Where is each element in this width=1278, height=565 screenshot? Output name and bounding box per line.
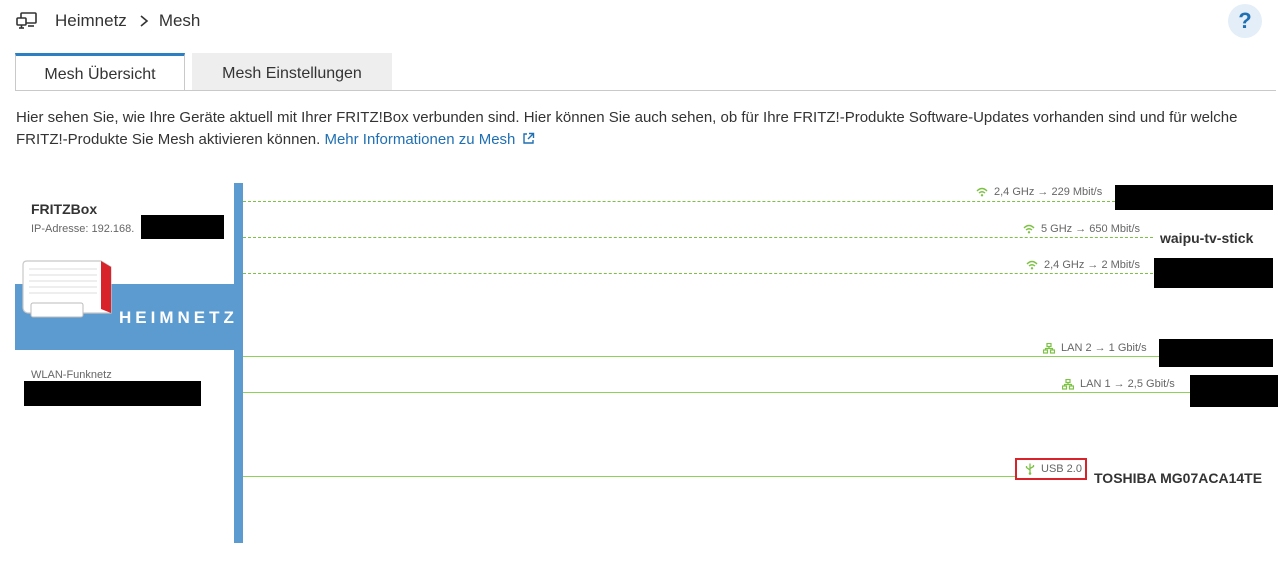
connection-label[interactable]: 5 GHz → 650 Mbit/s: [1023, 223, 1140, 235]
breadcrumb-heimnetz[interactable]: Heimnetz: [55, 11, 127, 31]
chevron-right-icon: [140, 15, 149, 27]
connection-speed: LAN 2 → 1 Gbit/s: [1061, 342, 1147, 354]
page-description: Hier sehen Sie, wie Ihre Geräte aktuell …: [16, 107, 1276, 151]
connection-speed: 2,4 GHz → 2 Mbit/s: [1044, 259, 1140, 271]
connection-speed: LAN 1 → 2,5 Gbit/s: [1080, 378, 1175, 390]
description-text: Hier sehen Sie, wie Ihre Geräte aktuell …: [16, 109, 1238, 148]
device-name-redacted: [1159, 339, 1273, 367]
device-name-redacted: [1190, 375, 1278, 407]
connection-label[interactable]: LAN 1 → 2,5 Gbit/s: [1062, 378, 1175, 390]
external-link-icon: [522, 132, 534, 144]
connection-line-lan: [243, 392, 1190, 393]
ip-redacted: [141, 215, 224, 239]
breadcrumb-mesh: Mesh: [158, 11, 201, 30]
wifi-icon: [1026, 260, 1038, 270]
fritzbox-device-image: [22, 260, 112, 318]
connection-line-wlan: [243, 273, 1153, 274]
mesh-info-link[interactable]: Mehr Informationen zu Mesh: [324, 131, 534, 148]
connection-line-lan: [243, 356, 1159, 357]
usb-icon: [1025, 463, 1035, 475]
mesh-info-link-label: Mehr Informationen zu Mesh: [324, 131, 516, 148]
wlan-name-redacted: [24, 381, 201, 406]
connection-line-usb: [243, 476, 1015, 477]
device-name[interactable]: TOSHIBA MG07ACA14TE: [1094, 470, 1262, 486]
device-name-redacted: [1115, 185, 1273, 210]
fritzbox-title: FRITZBox: [31, 201, 98, 217]
wifi-icon: [976, 187, 988, 197]
usb-connection-label[interactable]: USB 2.0: [1015, 458, 1087, 480]
heimnetz-label: HEIMNETZ: [119, 308, 238, 327]
tab-mesh-einstellungen[interactable]: Mesh Einstellungen: [192, 53, 392, 90]
lan-icon: [1062, 378, 1074, 390]
connection-label[interactable]: LAN 2 → 1 Gbit/s: [1043, 342, 1147, 354]
connection-speed: 5 GHz → 650 Mbit/s: [1041, 223, 1141, 235]
network-devices-icon: [16, 12, 37, 29]
device-name-redacted: [1154, 258, 1273, 288]
fritzbox-ip-label: IP-Adresse: 192.168.: [31, 223, 135, 235]
tab-divider: [15, 90, 1276, 91]
lan-icon: [1043, 342, 1055, 354]
connection-line-wlan: [243, 201, 1115, 202]
device-name[interactable]: waipu-tv-stick: [1160, 230, 1253, 246]
wlan-network-label: WLAN-Funknetz: [31, 369, 112, 381]
connection-speed: USB 2.0: [1041, 463, 1082, 475]
connection-label[interactable]: 2,4 GHz → 229 Mbit/s: [976, 186, 1102, 198]
connection-speed: 2,4 GHz → 229 Mbit/s: [994, 186, 1103, 198]
tab-mesh-uebersicht[interactable]: Mesh Übersicht: [15, 53, 185, 90]
help-button[interactable]: ?: [1228, 4, 1262, 38]
connection-label[interactable]: 2,4 GHz → 2 Mbit/s: [1026, 259, 1140, 271]
breadcrumb: Heimnetz Mesh: [16, 10, 200, 32]
wifi-icon: [1023, 224, 1035, 234]
connection-line-wlan: [243, 237, 1153, 238]
